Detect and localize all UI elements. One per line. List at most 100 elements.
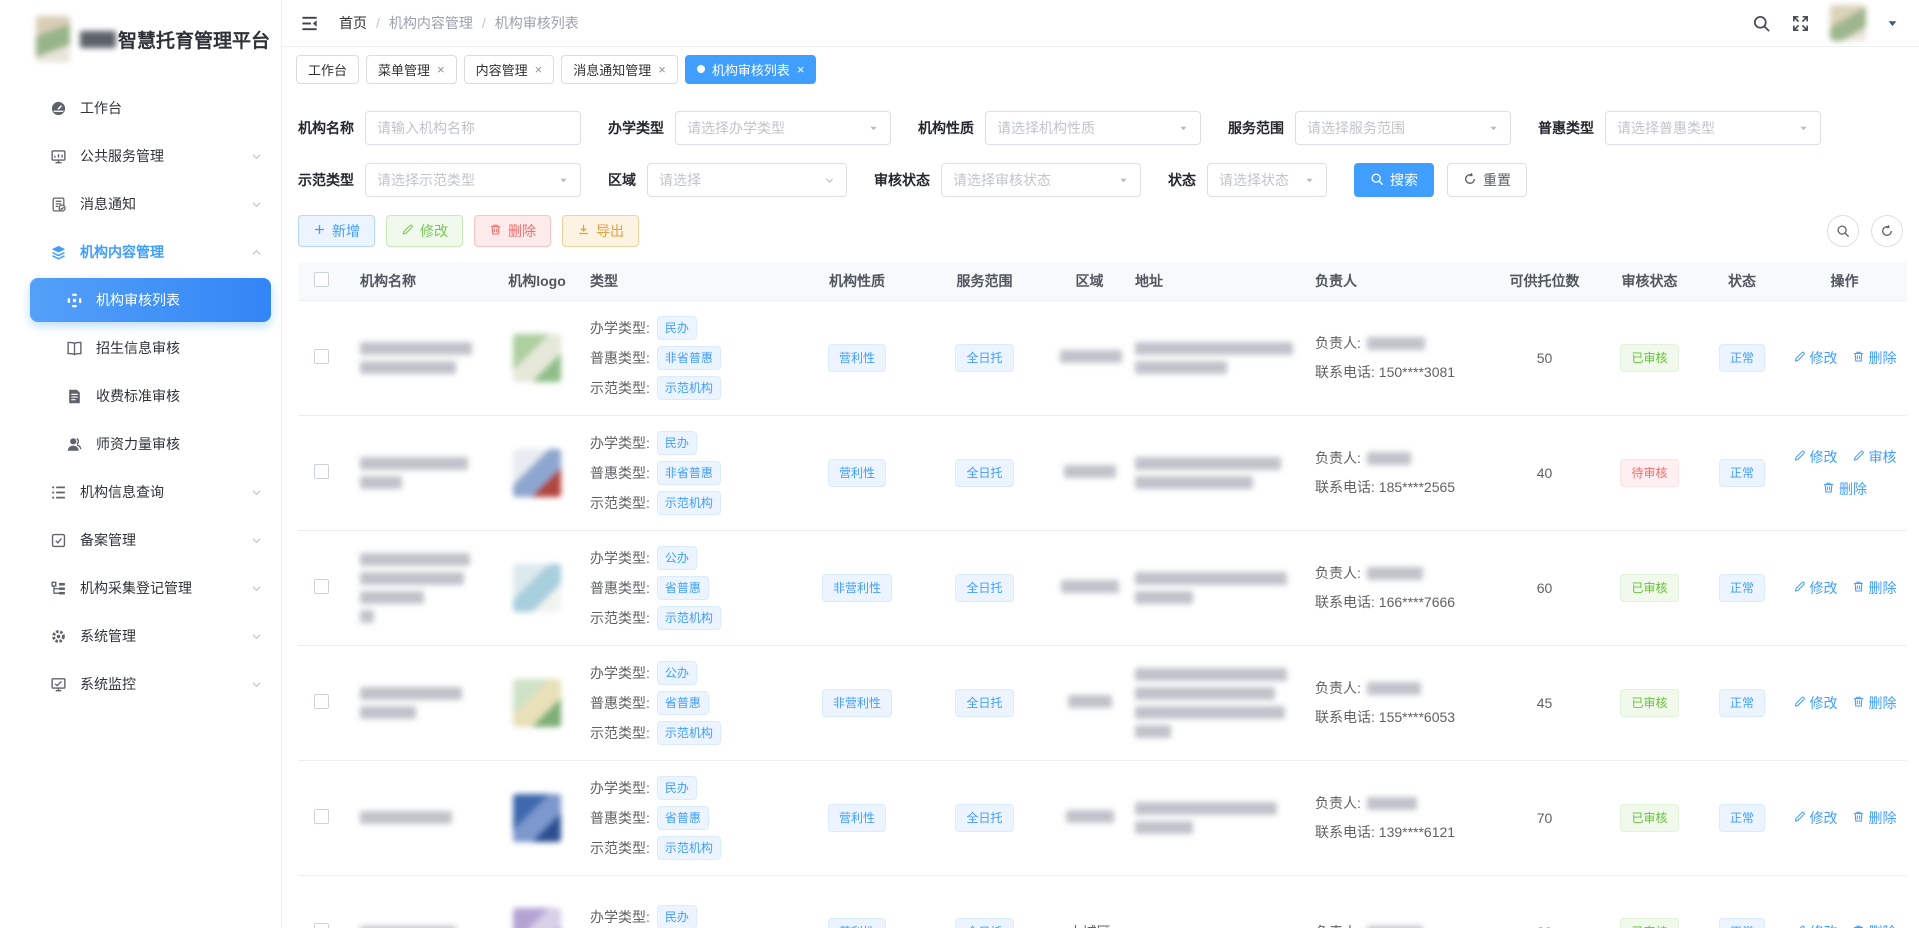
edit-action-link[interactable]: 修改	[1793, 808, 1838, 828]
edit-action-link[interactable]: 修改	[1793, 922, 1838, 928]
school-type-select[interactable]: 请选择办学类型	[675, 111, 891, 145]
select-all-checkbox[interactable]	[314, 272, 329, 287]
status-select[interactable]: 请选择状态	[1207, 163, 1327, 197]
org-nature-select[interactable]: 请选择机构性质	[985, 111, 1201, 145]
main-area: 首页 / 机构内容管理 / 机构审核列表 工作台菜单管理×内容管理×消息通知管理…	[282, 0, 1919, 928]
edit-icon	[1793, 924, 1806, 928]
add-button[interactable]: 新增	[298, 215, 375, 247]
org-name-input[interactable]: 请输入机构名称	[365, 111, 581, 145]
service-scope-select[interactable]: 请选择服务范围	[1295, 111, 1511, 145]
collapse-menu-icon[interactable]	[300, 14, 319, 33]
sidebar-item-system-mgmt[interactable]: 系统管理	[0, 612, 281, 660]
tab-content-mgmt[interactable]: 内容管理×	[464, 55, 555, 84]
edit-action-link[interactable]: 修改	[1793, 578, 1838, 598]
delete-action-link[interactable]: 删除	[1852, 348, 1897, 368]
blurred-text	[360, 687, 462, 700]
tab-label: 消息通知管理	[573, 60, 651, 79]
row-checkbox[interactable]	[314, 579, 329, 594]
close-tab-icon[interactable]: ×	[535, 63, 543, 76]
cell-org-name	[352, 760, 492, 875]
chevron-down-icon	[250, 678, 263, 691]
tag-blue: 全日托	[955, 459, 1013, 487]
tag-blue: 全日托	[955, 574, 1013, 602]
cell-slots: 60	[1492, 530, 1597, 645]
sidebar-item-message-notice[interactable]: 消息通知	[0, 180, 281, 228]
search-icon[interactable]	[1752, 14, 1771, 33]
org-logo-image	[513, 679, 561, 727]
caret-down-icon[interactable]	[1886, 17, 1899, 30]
edit-action-link[interactable]: 修改	[1793, 447, 1838, 467]
sidebar-item-public-service[interactable]: 公共服务管理	[0, 132, 281, 180]
export-icon	[577, 223, 590, 239]
tab-message-notice-mgmt[interactable]: 消息通知管理 ×	[561, 55, 678, 84]
tab-org-audit-list[interactable]: 机构审核列表×	[685, 55, 817, 84]
sidebar-item-org-info-query[interactable]: 机构信息查询	[0, 468, 281, 516]
avatar[interactable]	[1830, 5, 1866, 41]
refresh-button[interactable]	[1871, 215, 1903, 247]
filter-field-school-type: 办学类型请选择办学类型	[608, 111, 891, 145]
filter-field-inclusive-type: 普惠类型请选择普惠类型	[1538, 111, 1821, 145]
audit-action-link[interactable]: 审核	[1852, 447, 1897, 467]
cell-region	[1052, 760, 1127, 875]
delete-action-link[interactable]: 删除	[1852, 578, 1897, 598]
tag-blue: 公办	[657, 661, 697, 685]
row-checkbox[interactable]	[314, 694, 329, 709]
close-tab-icon[interactable]: ×	[658, 63, 666, 76]
delete-button[interactable]: 删除	[474, 215, 551, 247]
search-icon	[1370, 172, 1384, 189]
manager-label: 负责人:	[1315, 677, 1361, 699]
edit-action-link[interactable]: 修改	[1793, 348, 1838, 368]
sidebar-item-system-monitor[interactable]: 系统监控	[0, 660, 281, 708]
manager-name-line: 负责人:	[1315, 921, 1484, 928]
tag-blue: 正常	[1719, 804, 1765, 832]
tag-blue: 营利性	[828, 804, 886, 832]
delete-action-link[interactable]: 删除	[1852, 693, 1897, 713]
row-checkbox[interactable]	[314, 349, 329, 364]
cell-manager: 负责人:联系电话: 139****6121	[1307, 760, 1492, 875]
tab-menu-mgmt[interactable]: 菜单管理×	[366, 55, 457, 84]
edit-icon	[1793, 695, 1806, 711]
close-tab-icon[interactable]: ×	[797, 63, 805, 76]
chevron-down-icon	[250, 534, 263, 547]
blurred-text	[1135, 802, 1277, 815]
blurred-text-block	[1135, 457, 1299, 489]
sidebar-item-filing-mgmt[interactable]: 备案管理	[0, 516, 281, 564]
close-tab-icon[interactable]: ×	[437, 63, 445, 76]
cell-slots: 70	[1492, 760, 1597, 875]
delete-action-link[interactable]: 删除	[1852, 808, 1897, 828]
demo-type-select[interactable]: 请选择示范类型	[365, 163, 581, 197]
delete-action-link[interactable]: 删除	[1852, 922, 1897, 928]
tab-workbench[interactable]: 工作台	[296, 55, 359, 84]
sidebar-item-org-collect-mgmt[interactable]: 机构采集登记管理	[0, 564, 281, 612]
cell-ops: 修改 删除	[1782, 875, 1907, 928]
blurred-text	[1367, 797, 1417, 810]
sidebar-item-workbench[interactable]: 工作台	[0, 84, 281, 132]
fullscreen-icon[interactable]	[1791, 14, 1810, 33]
tag-success: 已审核	[1620, 804, 1678, 832]
edit-icon	[1852, 449, 1865, 465]
search-button[interactable]: 搜索	[1354, 163, 1434, 197]
region-select[interactable]: 请选择	[647, 163, 847, 197]
row-checkbox[interactable]	[314, 923, 329, 928]
col-header-status: 状态	[1702, 262, 1782, 300]
sidebar-item-teacher-audit[interactable]: 师资力量审核	[0, 420, 281, 468]
cell-slots: 50	[1492, 300, 1597, 415]
edit-button[interactable]: 修改	[386, 215, 463, 247]
export-button[interactable]: 导出	[562, 215, 639, 247]
sidebar-item-fee-audit[interactable]: 收费标准审核	[0, 372, 281, 420]
active-tab-dot	[697, 65, 705, 73]
row-checkbox[interactable]	[314, 809, 329, 824]
row-checkbox[interactable]	[314, 464, 329, 479]
reset-button[interactable]: 重置	[1447, 163, 1527, 197]
edit-action-link[interactable]: 修改	[1793, 693, 1838, 713]
delete-action-link[interactable]: 删除	[1822, 479, 1867, 499]
inclusive-type-select[interactable]: 请选择普惠类型	[1605, 111, 1821, 145]
sidebar-item-enroll-audit[interactable]: 招生信息审核	[0, 324, 281, 372]
org-logo-image	[513, 794, 561, 842]
show-search-button[interactable]	[1827, 215, 1859, 247]
breadcrumb-home[interactable]: 首页	[339, 13, 367, 33]
audit-status-select[interactable]: 请选择审核状态	[941, 163, 1141, 197]
sidebar-item-org-audit-list[interactable]: 机构审核列表	[30, 278, 271, 322]
sidebar-item-org-content-mgmt[interactable]: 机构内容管理	[0, 228, 281, 276]
delete-icon	[1852, 924, 1865, 928]
